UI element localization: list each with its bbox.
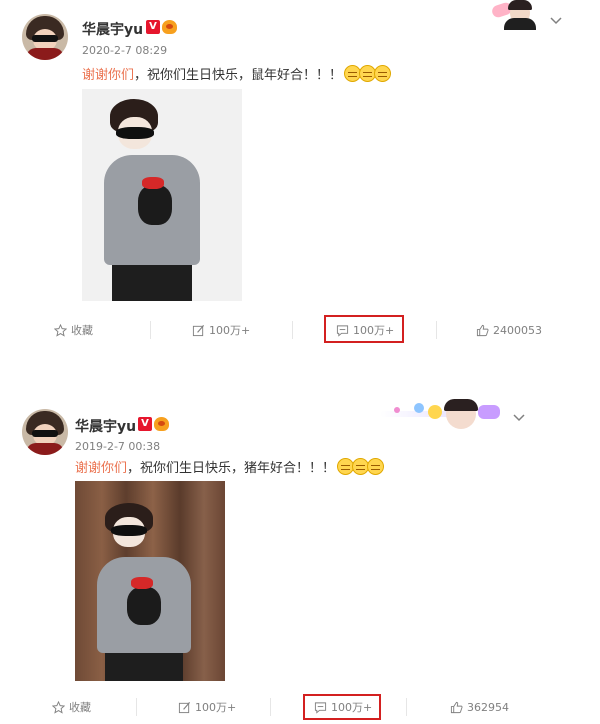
post-text: 谢谢你们，祝你们生日快乐，猪年好合！！！ (75, 457, 385, 476)
post-action-bar: 收藏 100万+ 100万+ 2400053 (0, 313, 600, 347)
post-text: 谢谢你们，祝你们生日快乐，鼠年好合！！！ (82, 64, 392, 83)
decor-card-icon (380, 399, 504, 429)
like-button[interactable]: 362954 (450, 690, 509, 724)
chevron-down-icon[interactable] (513, 411, 525, 425)
repost-button[interactable]: 100万+ (178, 690, 236, 724)
laugh-emoji-icon (367, 458, 385, 475)
divider (270, 698, 271, 716)
mention-link[interactable]: 谢谢你们 (82, 68, 134, 83)
post-card: 华晨宇yu V 2020-2-7 08:29 谢谢你们，祝你们生日快乐，鼠年好合… (0, 0, 600, 360)
verified-badge: V (146, 20, 160, 34)
like-button[interactable]: 2400053 (476, 313, 542, 347)
post-action-bar: 收藏 100万+ 100万+ 362954 (0, 690, 600, 724)
post-photo[interactable] (75, 481, 225, 681)
star-outline-icon (54, 323, 67, 337)
divider (436, 321, 437, 339)
mention-link[interactable]: 谢谢你们 (75, 461, 127, 476)
comment-highlight-box (324, 315, 404, 343)
avatar[interactable] (22, 409, 68, 455)
divider (292, 321, 293, 339)
post-timestamp[interactable]: 2020-2-7 08:29 (82, 44, 167, 57)
fan-badge-icon (162, 20, 177, 34)
favorite-label: 收藏 (71, 324, 93, 337)
like-count: 2400053 (493, 323, 542, 337)
divider (136, 698, 137, 716)
like-count: 362954 (467, 700, 509, 714)
decor-card-icon (490, 0, 546, 30)
post-body: ，祝你们生日快乐，猪年好合！！！ (127, 461, 336, 476)
post-body: ，祝你们生日快乐，鼠年好合！！！ (134, 68, 343, 83)
post-photo[interactable] (82, 89, 242, 301)
thumbs-up-icon (450, 701, 463, 713)
avatar[interactable] (22, 14, 68, 60)
divider (150, 321, 151, 339)
fan-badge-icon (154, 417, 169, 431)
repost-button[interactable]: 100万+ (192, 313, 250, 347)
star-outline-icon (52, 700, 65, 714)
author-name[interactable]: 华晨宇yu (75, 416, 136, 436)
comment-highlight-box (303, 694, 381, 720)
thumbs-up-icon (476, 324, 489, 336)
favorite-button[interactable]: 收藏 (54, 313, 93, 347)
repost-count: 100万+ (195, 701, 237, 714)
post-timestamp[interactable]: 2019-2-7 00:38 (75, 440, 160, 453)
favorite-label: 收藏 (69, 701, 91, 714)
divider (406, 698, 407, 716)
author-name[interactable]: 华晨宇yu (82, 19, 143, 39)
verified-badge: V (138, 417, 152, 431)
chevron-down-icon[interactable] (550, 14, 562, 28)
post-card: 华晨宇yu V 2019-2-7 00:38 谢谢你们，祝你们生日快乐，猪年好合… (0, 385, 600, 723)
laugh-emoji-icon (374, 65, 392, 82)
repost-icon (192, 324, 205, 336)
repost-icon (178, 701, 191, 713)
repost-count: 100万+ (209, 324, 251, 337)
favorite-button[interactable]: 收藏 (52, 690, 91, 724)
